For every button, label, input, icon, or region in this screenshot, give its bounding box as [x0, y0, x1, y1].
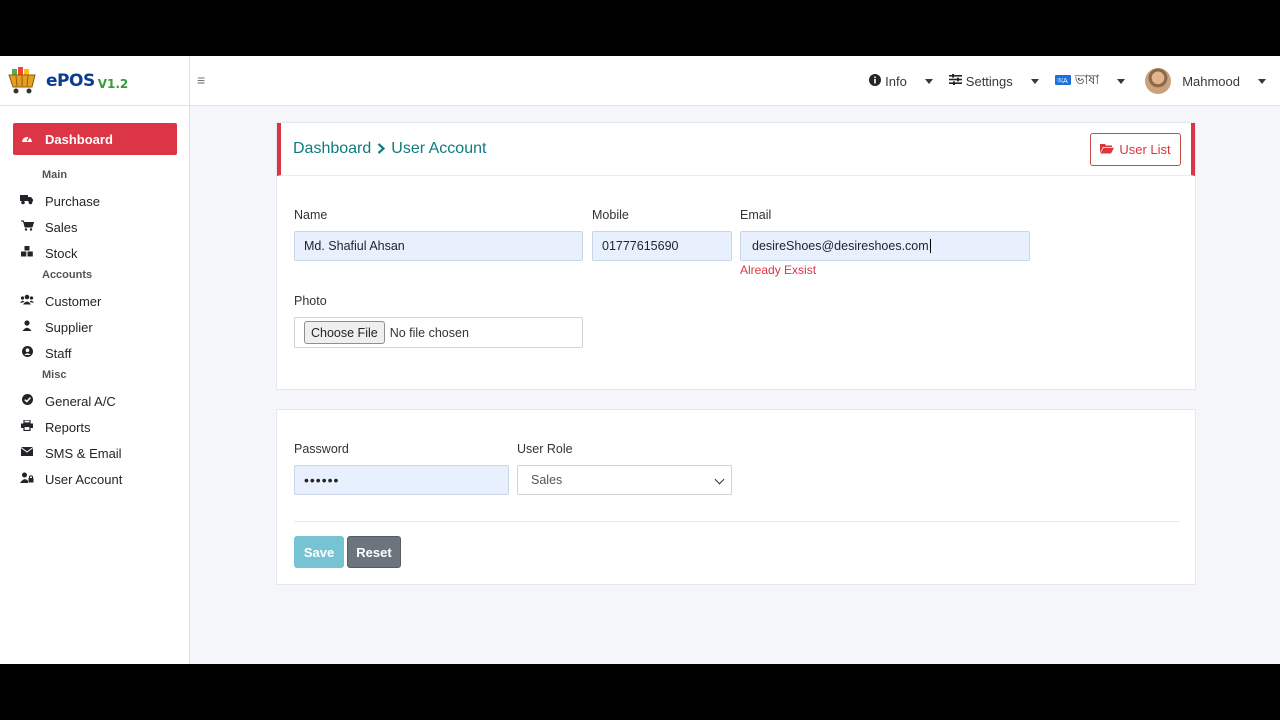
sidebar-heading-misc: Misc — [42, 369, 67, 381]
choose-file-button[interactable]: Choose File — [304, 321, 385, 344]
users-icon — [20, 294, 34, 308]
user-icon — [20, 320, 34, 334]
info-menu[interactable]: Info — [869, 73, 949, 89]
sidebar-item-label: Sales — [45, 219, 78, 235]
app-viewport: ePOS V1.2 ≡ Info Settings অA ভাষা Mahmoo… — [0, 56, 1280, 664]
cart-icon — [20, 220, 34, 234]
sidebar-item-general-a-c[interactable]: General A/C — [20, 391, 116, 411]
sidebar-heading-accounts: Accounts — [42, 269, 93, 281]
sidebar-item-dashboard[interactable]: Dashboard — [13, 123, 177, 155]
photo-file-input[interactable]: Choose File No file chosen — [294, 317, 583, 348]
save-button[interactable]: Save — [294, 536, 344, 568]
boxes-icon — [20, 246, 34, 260]
email-label: Email — [740, 208, 772, 222]
shopping-basket-icon — [8, 67, 38, 95]
user-circle-icon — [20, 346, 34, 360]
sidebar-item-label: Reports — [45, 419, 91, 435]
brand-name: ePOS — [46, 71, 95, 91]
password-label: Password — [294, 442, 349, 456]
text-cursor — [929, 239, 931, 253]
sliders-icon — [948, 74, 962, 88]
envelope-icon — [20, 447, 34, 459]
user-role-select[interactable]: Sales — [517, 465, 732, 495]
user-lock-icon — [20, 472, 34, 486]
info-circle-icon — [869, 73, 882, 89]
divider — [294, 521, 1180, 522]
language-icon: অA — [1054, 74, 1071, 88]
sidebar-item-label: Stock — [45, 245, 78, 261]
caret-down-icon — [1117, 78, 1126, 84]
credentials-card: Password •••••• User Role Sales Save Res… — [276, 409, 1196, 585]
caret-down-icon — [1258, 78, 1266, 84]
user-info-card: Dashboard User Account User List Name Md… — [276, 122, 1196, 390]
reset-button[interactable]: Reset — [347, 536, 401, 568]
caret-down-icon — [1030, 78, 1039, 84]
chevron-right-icon — [377, 142, 386, 157]
sidebar-item-label: Dashboard — [45, 131, 113, 147]
brand-version: V1.2 — [97, 76, 129, 91]
settings-menu[interactable]: Settings — [948, 73, 1055, 89]
top-navbar: ePOS V1.2 ≡ Info Settings অA ভাষা Mahmoo… — [0, 56, 1280, 106]
svg-text:অA: অA — [1056, 77, 1068, 85]
sidebar-item-label: General A/C — [45, 393, 116, 409]
tachometer-icon — [21, 133, 35, 146]
email-error: Already Exsist — [740, 263, 817, 277]
sidebar-item-label: SMS & Email — [45, 445, 122, 461]
sidebar-heading-main: Main — [42, 169, 68, 181]
name-input[interactable]: Md. Shafiul Ahsan — [294, 231, 583, 261]
photo-label: Photo — [294, 294, 327, 308]
folder-open-icon — [1100, 143, 1115, 157]
file-status: No file chosen — [389, 325, 469, 340]
sidebar-item-label: User Account — [45, 471, 123, 487]
printer-icon — [20, 419, 34, 434]
check-circle-icon — [20, 394, 34, 408]
sidebar: Dashboard Main Accounts Misc Purchase Sales… — [0, 106, 190, 664]
card-header: Dashboard User Account User List — [277, 123, 1195, 176]
sidebar-item-customer[interactable]: Customer — [20, 291, 101, 311]
sidebar-item-label: Customer — [45, 293, 102, 309]
language-label: ভাষা — [1074, 71, 1100, 87]
breadcrumb-current: User Account — [391, 140, 487, 157]
password-input[interactable]: •••••• — [294, 465, 509, 495]
sidebar-item-supplier[interactable]: Supplier — [20, 317, 93, 337]
name-label: Name — [294, 208, 328, 222]
user-list-button[interactable]: User List — [1090, 133, 1181, 166]
nav-right: Info Settings অA ভাষা Mahmood — [869, 56, 1280, 106]
user-role-value: Sales — [531, 473, 563, 487]
sidebar-item-sms-email[interactable]: SMS & Email — [20, 443, 122, 463]
breadcrumb: Dashboard User Account — [293, 140, 486, 158]
language-menu[interactable]: অA ভাষা — [1054, 71, 1141, 92]
sidebar-item-label: Purchase — [45, 193, 100, 209]
brand[interactable]: ePOS V1.2 — [0, 56, 190, 106]
breadcrumb-root[interactable]: Dashboard — [293, 140, 371, 158]
email-input[interactable]: desireShoes@desireshoes.com — [740, 231, 1030, 261]
sidebar-item-staff[interactable]: Staff — [20, 343, 72, 363]
sidebar-item-user-account[interactable]: User Account — [20, 469, 122, 489]
sidebar-item-purchase[interactable]: Purchase — [20, 191, 100, 211]
mobile-input[interactable]: 01777615690 — [592, 231, 732, 261]
sidebar-item-sales[interactable]: Sales — [20, 217, 78, 237]
sidebar-item-stock[interactable]: Stock — [20, 243, 78, 263]
email-value: desireShoes@desireshoes.com — [752, 239, 929, 253]
chevron-down-icon — [714, 474, 725, 485]
menu-toggle-icon[interactable]: ≡ — [197, 73, 209, 87]
sidebar-item-reports[interactable]: Reports — [20, 417, 91, 437]
avatar — [1145, 68, 1172, 94]
sidebar-item-label: Staff — [45, 345, 72, 361]
settings-label: Settings — [965, 73, 1013, 89]
user-menu[interactable]: Mahmood — [1145, 68, 1280, 94]
user-name: Mahmood — [1182, 73, 1240, 89]
mobile-label: Mobile — [592, 208, 629, 222]
user-role-label: User Role — [517, 442, 573, 456]
info-label: Info — [885, 73, 907, 89]
caret-down-icon — [924, 78, 933, 84]
truck-icon — [20, 194, 34, 208]
user-list-label: User List — [1119, 142, 1171, 157]
sidebar-item-label: Supplier — [45, 319, 93, 335]
